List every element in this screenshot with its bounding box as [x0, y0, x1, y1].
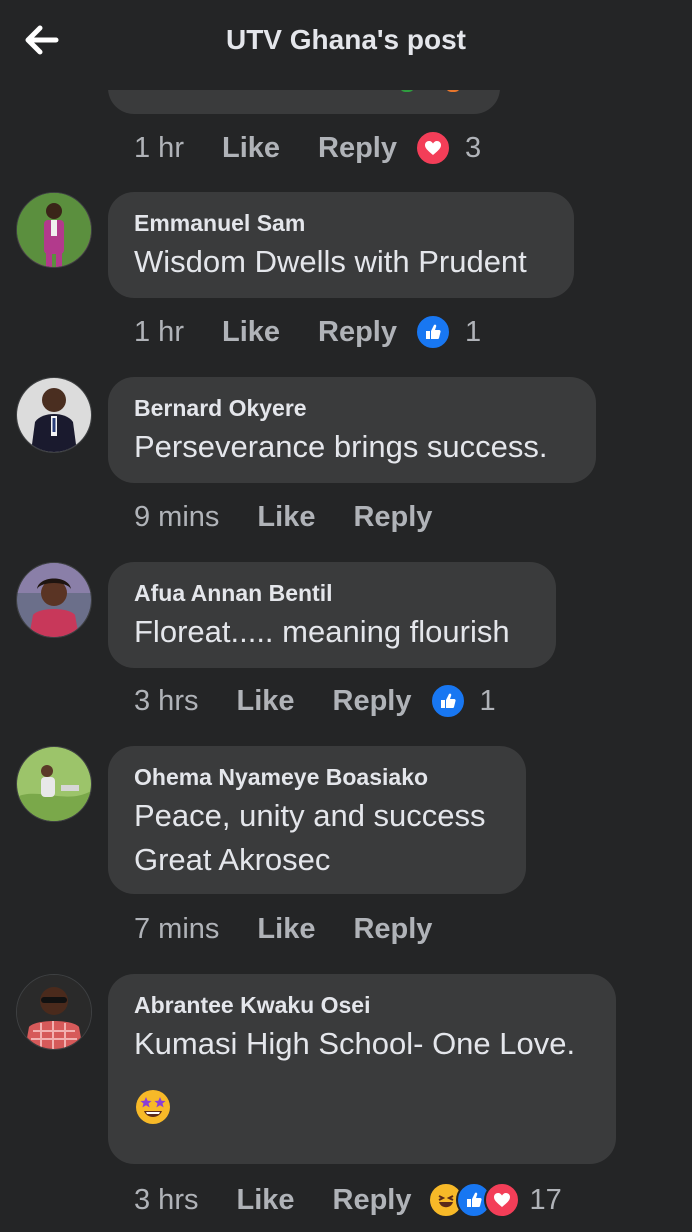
comment-bubble[interactable]: Abrantee Kwaku Osei Kumasi High School- … [108, 974, 616, 1164]
like-button[interactable]: Like [257, 501, 315, 534]
comment-meta: 3 hrs Like Reply 1 [134, 681, 496, 721]
top-bar: UTV Ghana's post [0, 0, 692, 90]
reaction-count: 17 [529, 1183, 562, 1216]
reply-button[interactable]: Reply [318, 316, 397, 349]
reply-button[interactable]: Reply [333, 1184, 412, 1217]
comment-author[interactable]: Ohema Nyameye Boasiako [134, 764, 500, 790]
comment-author[interactable]: Bernard Okyere [134, 395, 570, 421]
comment-text: Kumasi High School- One Love. [134, 1026, 576, 1061]
comment-text: Perseverance brings success. [134, 429, 548, 464]
comment-meta: 3 hrs Like Reply 17 [134, 1180, 562, 1220]
reactions[interactable] [427, 1182, 520, 1218]
reaction-count: 1 [479, 684, 496, 717]
comment-time: 3 hrs [134, 684, 199, 717]
comment-author[interactable]: Abrantee Kwaku Osei [134, 992, 590, 1018]
heart-icon [415, 130, 451, 166]
like-icon [429, 683, 466, 719]
like-button[interactable]: Like [236, 685, 294, 718]
page-title: UTV Ghana's post [225, 24, 467, 55]
avatar[interactable] [16, 746, 92, 822]
comment-bubble[interactable]: Bernard Okyere Perseverance brings succe… [108, 377, 596, 483]
comment-text-line: Great Akrosec [134, 842, 331, 877]
comment-bubble[interactable]: Ohema Nyameye Boasiako Peace, unity and … [108, 746, 526, 894]
avatar[interactable] [16, 377, 92, 453]
like-button[interactable]: Like [222, 132, 280, 165]
comment-time: 1 hr [134, 315, 184, 348]
reactions[interactable] [429, 683, 466, 719]
avatar[interactable] [16, 562, 92, 638]
reply-button[interactable]: Reply [333, 685, 412, 718]
comment-meta: 1 hr Like Reply 1 [134, 312, 481, 352]
reaction-count: 1 [465, 315, 482, 348]
avatar[interactable] [16, 974, 92, 1050]
reply-button[interactable]: Reply [353, 913, 432, 946]
comment-text-line: Peace, unity and success [134, 798, 486, 833]
comment-bubble[interactable]: Afua Annan Bentil Floreat..... meaning f… [108, 562, 556, 668]
reactions[interactable] [415, 130, 451, 166]
comment-author[interactable]: Emmanuel Sam [134, 210, 548, 236]
reaction-count: 3 [465, 131, 482, 164]
comment-meta: 9 mins Like Reply [134, 497, 432, 537]
reply-button[interactable]: Reply [353, 501, 432, 534]
comment-time: 1 hr [134, 131, 184, 164]
comment-text: Wisdom Dwells with Prudent [134, 244, 527, 279]
comment-author[interactable]: Afua Annan Bentil [134, 580, 530, 606]
avatar[interactable] [16, 192, 92, 268]
like-button[interactable]: Like [257, 913, 315, 946]
comment-meta: 7 mins Like Reply [134, 909, 432, 949]
like-button[interactable]: Like [222, 316, 280, 349]
reactions[interactable] [415, 314, 451, 350]
previous-comment-meta: 1 hr Like Reply 3 [134, 128, 481, 168]
comment-text: Floreat..... meaning flourish [134, 614, 510, 649]
reply-button[interactable]: Reply [318, 132, 397, 165]
comment-time: 3 hrs [134, 1183, 199, 1216]
comment-bubble[interactable]: Emmanuel Sam Wisdom Dwells with Prudent [108, 192, 574, 298]
star-struck-emoji [134, 1088, 590, 1131]
comment-time: 9 mins [134, 500, 220, 533]
comment-time: 7 mins [134, 912, 220, 945]
like-icon [415, 314, 451, 350]
heart-icon [483, 1182, 520, 1218]
like-button[interactable]: Like [236, 1184, 294, 1217]
